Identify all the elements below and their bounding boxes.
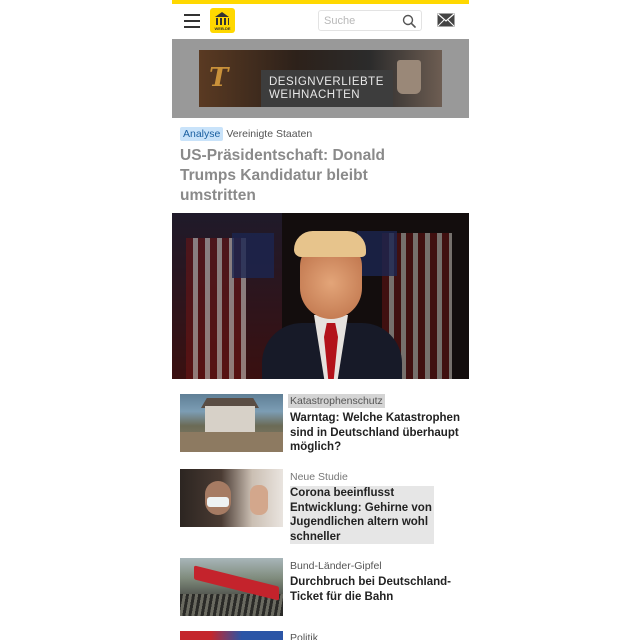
list-item[interactable]: Bund-Länder-Gipfel Durchbruch bei Deutsc… <box>180 558 460 618</box>
article-thumbnail[interactable] <box>180 394 283 452</box>
article-headline[interactable]: Corona beeinflusst Entwicklung: Gehirne … <box>290 486 434 544</box>
tchibo-logo-icon: T <box>209 63 229 93</box>
brand-accent-bar <box>172 0 469 4</box>
article-thumbnail[interactable] <box>180 558 283 616</box>
article-kicker: Katastrophenschutz <box>288 394 385 408</box>
lead-meta: Analyse Vereinigte Staaten <box>180 125 312 141</box>
thumb-floodwater <box>180 432 283 452</box>
article-kicker-text: Katastrophenschutz <box>288 394 385 408</box>
article-kicker: Bund-Länder-Gipfel <box>290 560 382 572</box>
article-headline[interactable]: Warntag: Welche Katastrophen sind in Deu… <box>290 411 462 455</box>
web-de-logo[interactable]: WEB.DE <box>210 8 235 33</box>
lead-hero-image[interactable] <box>172 213 469 379</box>
ad-slogan-line2: WEIHNACHTEN <box>269 89 361 101</box>
mail-icon[interactable] <box>437 13 455 27</box>
hero-flag-canton-left <box>232 233 274 278</box>
search-icon[interactable] <box>402 14 416 28</box>
article-kicker: Neue Studie <box>290 471 348 483</box>
ad-creative[interactable]: T DESIGNVERLIEBTE WEIHNACHTEN <box>199 50 442 107</box>
ad-banner[interactable]: T DESIGNVERLIEBTE WEIHNACHTEN <box>172 39 469 118</box>
article-headline[interactable]: Durchbruch bei Deutschland-Ticket für di… <box>290 575 462 604</box>
logo-text: WEB.DE <box>214 26 231 31</box>
hamburger-icon[interactable] <box>184 14 200 28</box>
list-item[interactable]: Katastrophenschutz Warntag: Welche Katas… <box>180 394 460 454</box>
hero-hair <box>294 231 366 257</box>
ad-product-image <box>397 60 421 94</box>
thumb-house <box>205 406 255 432</box>
article-thumbnail[interactable] <box>180 631 283 640</box>
thumb-hand <box>250 485 268 515</box>
article-kicker: Politik <box>290 632 319 640</box>
analyse-badge: Analyse <box>180 126 224 141</box>
article-thumbnail[interactable] <box>180 469 283 527</box>
lead-topic[interactable]: Vereinigte Staaten <box>226 128 312 140</box>
logo-roof <box>215 12 229 17</box>
list-item[interactable]: Politik <box>180 631 460 640</box>
ad-slogan: DESIGNVERLIEBTE WEIHNACHTEN <box>261 70 393 107</box>
ad-slogan-line1: DESIGNVERLIEBTE <box>269 76 384 88</box>
lead-headline[interactable]: US-Präsidentschaft: Donald Trumps Kandid… <box>180 146 440 206</box>
search-box[interactable] <box>318 10 422 31</box>
search-input[interactable] <box>324 13 396 28</box>
thumb-mask <box>207 497 229 507</box>
list-item[interactable]: Neue Studie Corona beeinflusst Entwicklu… <box>180 469 460 544</box>
logo-columns <box>216 18 229 25</box>
mobile-page: WEB.DE T DESIGNVERLIEBTE WEIHNACHTEN Ana… <box>172 0 469 640</box>
